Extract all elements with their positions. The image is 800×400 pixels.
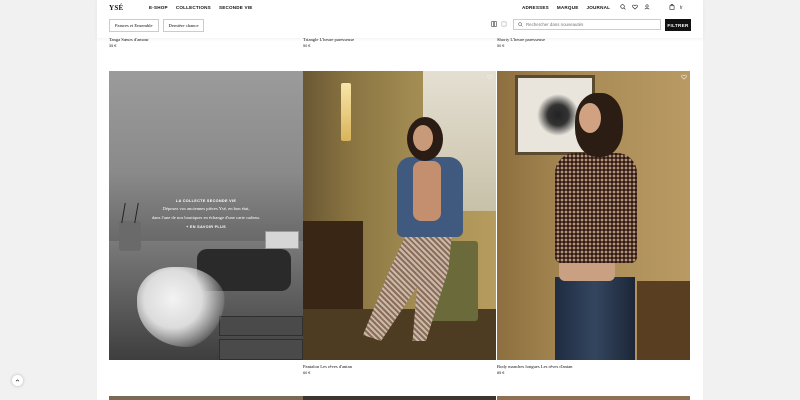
promo-drawer — [219, 316, 303, 336]
product-name[interactable]: Pantalon Les rêves d'antan — [303, 364, 352, 369]
grid-two-icon[interactable] — [491, 21, 497, 27]
product-image-pantalon[interactable] — [303, 71, 496, 360]
nav-marque[interactable]: MARQUE — [557, 5, 579, 10]
chevron-up-icon — [15, 379, 20, 382]
photo-piano — [303, 221, 363, 311]
nav-adresses[interactable]: ADRESSES — [522, 5, 549, 10]
photo-model-torso — [413, 161, 441, 221]
search-input[interactable] — [526, 22, 656, 27]
product-name[interactable]: Body manches longues Les rêves d'antan — [497, 364, 572, 369]
back-to-top-button[interactable] — [12, 375, 23, 386]
chip-parures[interactable]: Parures et Ensemble — [109, 19, 159, 32]
bag-icon[interactable] — [669, 4, 675, 10]
nav-seconde-vie[interactable]: SECONDE VIE — [219, 5, 253, 10]
photo-model-face — [579, 103, 601, 133]
language-switch[interactable]: fr — [680, 5, 683, 10]
product-price: 50 € — [497, 44, 505, 48]
photo-desk — [637, 281, 690, 360]
product-price: 50 € — [303, 44, 311, 48]
photo-jeans — [555, 277, 635, 360]
product-price: 85 € — [497, 371, 505, 375]
photo-gingham-top — [555, 153, 637, 263]
user-icon[interactable] — [644, 4, 650, 10]
search-icon[interactable] — [620, 4, 626, 10]
filter-button[interactable]: FILTRER — [665, 19, 691, 31]
search-field-icon — [518, 22, 523, 27]
promo-label: LA COLLECTE SECONDE VIE — [175, 199, 237, 203]
main-nav: E-SHOP COLLECTIONS SECONDE VIE — [149, 5, 253, 10]
next-row-image[interactable] — [497, 396, 690, 400]
chip-derniere-chance[interactable]: Dernière chance — [162, 19, 205, 32]
view-toggle — [491, 21, 507, 27]
next-row-image[interactable] — [109, 396, 303, 400]
wishlist-heart-icon[interactable] — [487, 74, 493, 80]
promo-learn-more-link[interactable]: + EN SAVOIR PLUS — [109, 225, 303, 229]
logo[interactable]: YSÉ — [109, 4, 124, 12]
promo-drawer — [219, 339, 303, 360]
grid-single-icon[interactable] — [501, 21, 507, 27]
photo-lamp — [341, 83, 351, 141]
photo-model-face — [413, 125, 433, 151]
next-row-image[interactable] — [303, 396, 496, 400]
filter-chips: Parures et Ensemble Dernière chance — [109, 19, 205, 32]
promo-seconde-vie[interactable]: LA COLLECTE SECONDE VIE Déposez vos anci… — [109, 71, 303, 360]
product-image-body[interactable] — [497, 71, 690, 360]
wishlist-heart-icon[interactable] — [681, 74, 687, 80]
site-header: YSÉ E-SHOP COLLECTIONS SECONDE VIE ADRES… — [97, 0, 703, 38]
cart-group: fr — [669, 4, 683, 10]
search-box — [513, 19, 661, 30]
nav-collections[interactable]: COLLECTIONS — [176, 5, 211, 10]
header-icons — [620, 4, 650, 10]
product-price: 35 € — [109, 44, 117, 48]
nav-eshop[interactable]: E-SHOP — [149, 5, 168, 10]
promo-description-1: Déposez vos anciennes pièces Ysé, en bon… — [162, 206, 250, 211]
product-price: 60 € — [303, 371, 311, 375]
heart-icon[interactable] — [632, 4, 638, 10]
nav-journal[interactable]: JOURNAL — [587, 5, 611, 10]
promo-phone-keys — [265, 231, 299, 249]
promo-text-block: LA COLLECTE SECONDE VIE Déposez vos anci… — [109, 199, 303, 229]
promo-description-2: dans l'une de nos boutiques en échange d… — [151, 215, 261, 220]
secondary-nav: ADRESSES MARQUE JOURNAL — [522, 5, 610, 10]
